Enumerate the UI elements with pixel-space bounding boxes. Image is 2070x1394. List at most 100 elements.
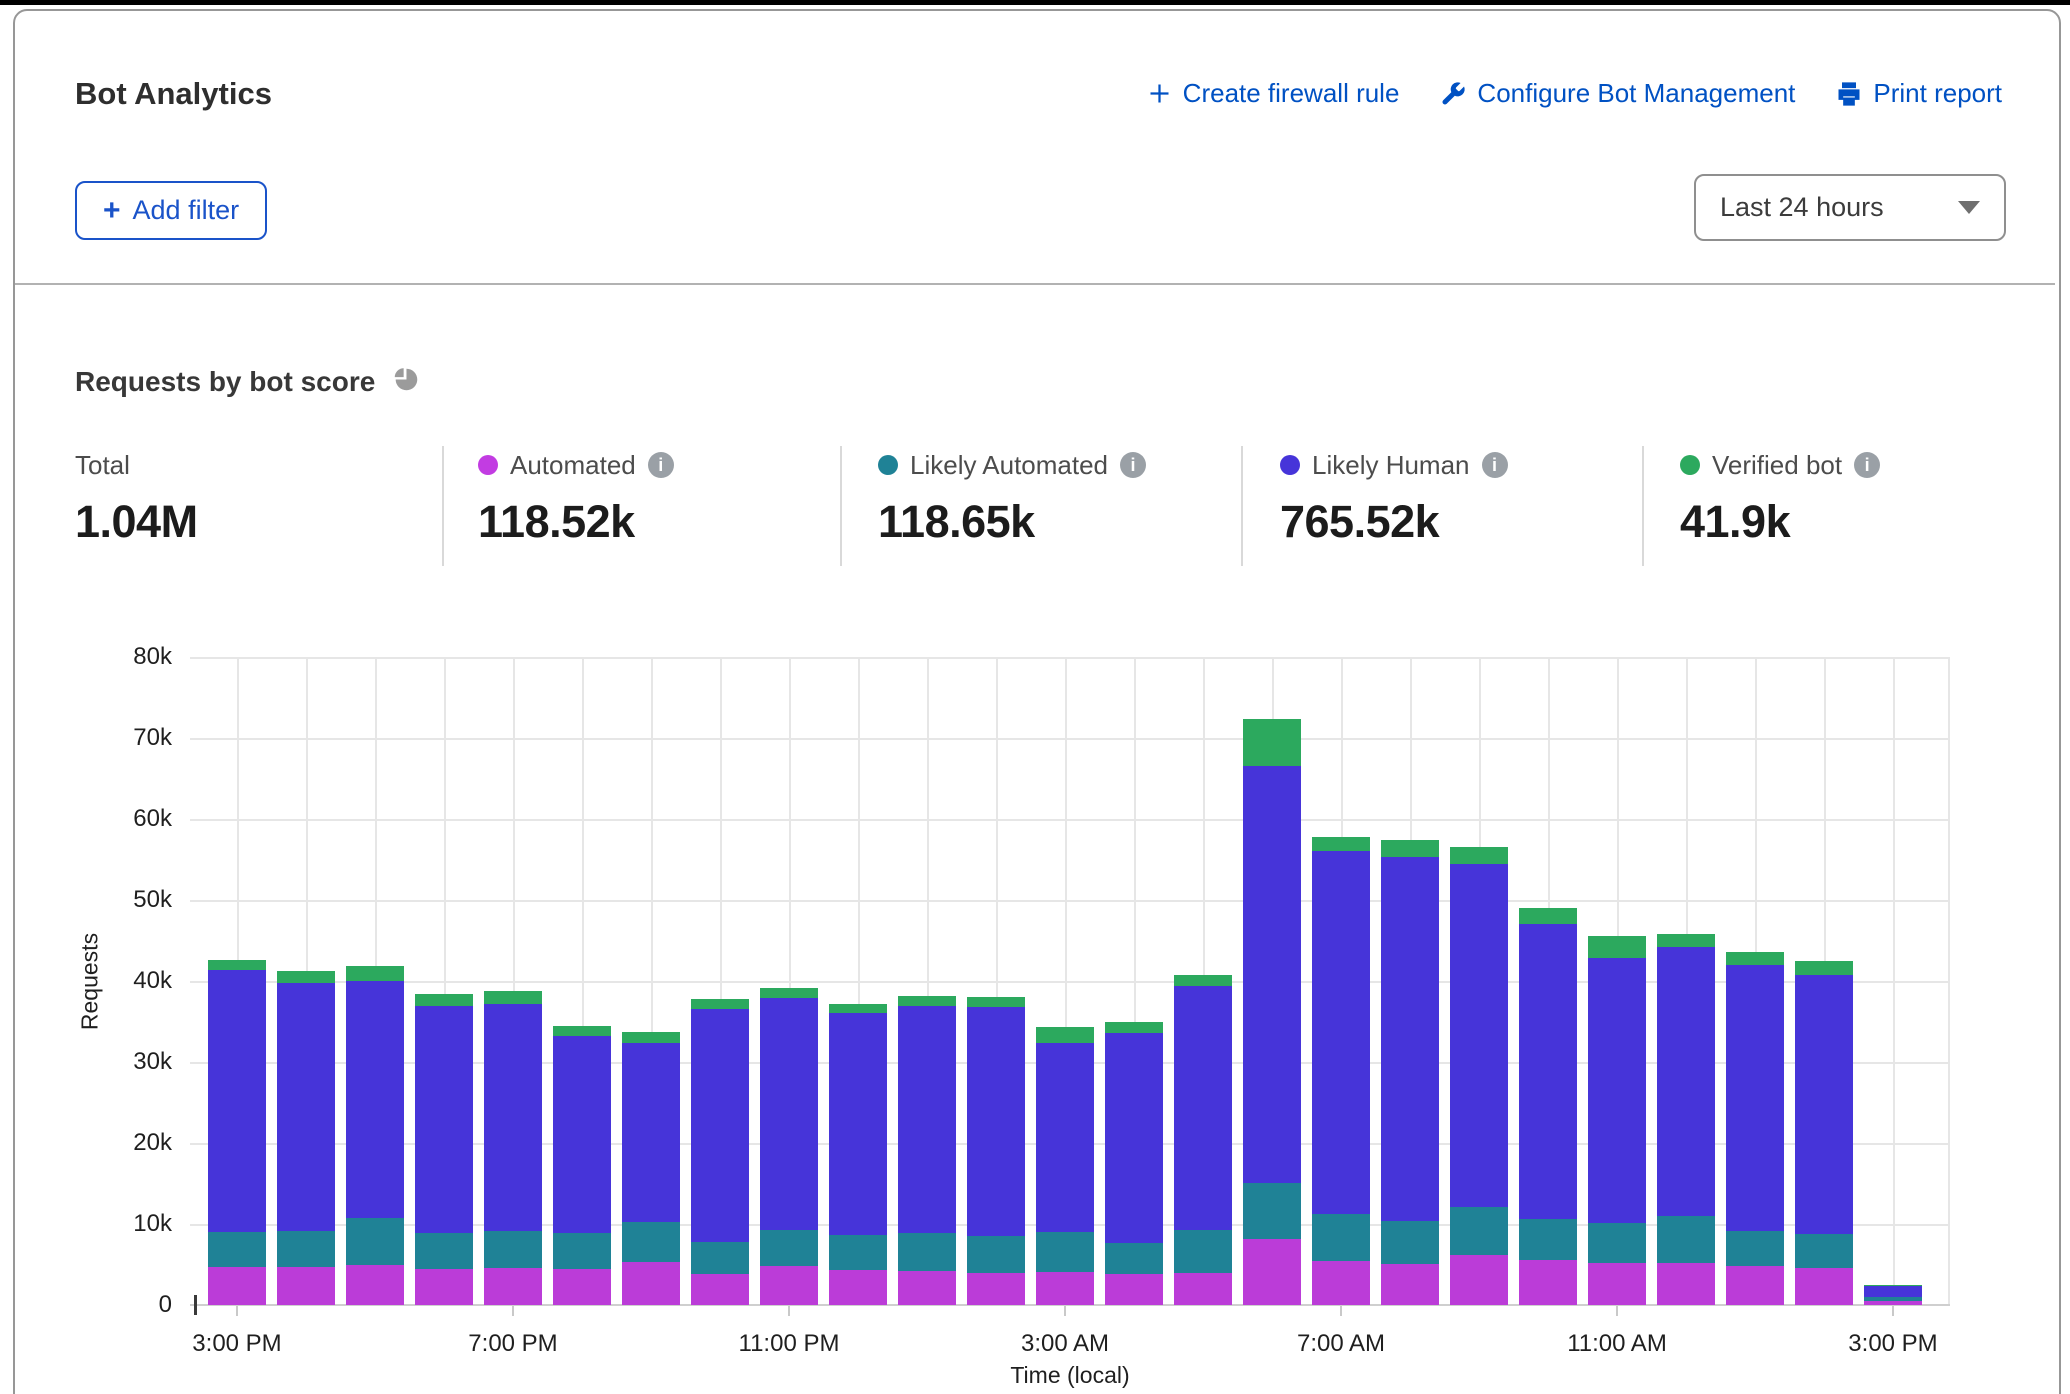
action-link-print-report[interactable]: Print report: [1835, 78, 2002, 109]
segment-likely-automated: [346, 1218, 404, 1266]
segment-likely-automated: [829, 1235, 887, 1270]
segment-likely-human: [1105, 1033, 1163, 1243]
x-tick-label: 11:00 PM: [719, 1330, 859, 1358]
segment-automated: [1036, 1272, 1094, 1305]
bar-5-00-pm[interactable]: [346, 966, 404, 1305]
segment-verified-bot: [346, 966, 404, 981]
segment-likely-automated: [415, 1233, 473, 1269]
bar-2-00-pm[interactable]: [1795, 961, 1853, 1305]
stat-likely-automated: Likely Automatedi118.65k: [878, 448, 1238, 548]
segment-likely-automated: [967, 1236, 1025, 1272]
bar-6-00-pm[interactable]: [415, 994, 473, 1305]
bar-9-00-pm[interactable]: [622, 1032, 680, 1305]
bar-3-00-am[interactable]: [1036, 1027, 1094, 1305]
segment-likely-automated: [1105, 1243, 1163, 1275]
stat-label: Likely Human: [1312, 450, 1470, 481]
segment-likely-human: [1381, 857, 1439, 1221]
info-icon[interactable]: i: [1854, 452, 1880, 478]
bar-12-00-pm[interactable]: [1657, 934, 1715, 1305]
bar-7-00-am[interactable]: [1312, 837, 1370, 1305]
x-tick-mark: [788, 1306, 790, 1316]
time-range-dropdown[interactable]: Last 24 hours: [1694, 174, 2006, 241]
bar-11-00-pm[interactable]: [760, 988, 818, 1305]
add-filter-button[interactable]: + Add filter: [75, 181, 267, 240]
segment-automated: [1726, 1266, 1784, 1305]
segment-automated: [346, 1265, 404, 1305]
bar-1-00-am[interactable]: [898, 996, 956, 1305]
legend-dot: [1680, 455, 1700, 475]
segment-verified-bot: [1105, 1022, 1163, 1033]
segment-automated: [1519, 1260, 1577, 1305]
segment-verified-bot: [484, 991, 542, 1004]
segment-likely-automated: [691, 1242, 749, 1274]
plus-icon: +: [103, 196, 121, 226]
bar-10-00-am[interactable]: [1519, 908, 1577, 1305]
bar-9-00-am[interactable]: [1450, 847, 1508, 1305]
bar-4-00-am[interactable]: [1105, 1022, 1163, 1305]
stat-label: Automated: [510, 450, 636, 481]
stat-verified-bot: Verified boti41.9k: [1680, 448, 2040, 548]
bar-8-00-am[interactable]: [1381, 840, 1439, 1305]
segment-likely-automated: [1795, 1234, 1853, 1268]
bar-12-00-am[interactable]: [829, 1004, 887, 1305]
origin-tick-mark: [194, 1295, 197, 1315]
segment-likely-human: [1726, 965, 1784, 1231]
bar-2-00-am[interactable]: [967, 997, 1025, 1305]
segment-likely-automated: [1243, 1183, 1301, 1239]
info-icon[interactable]: i: [1120, 452, 1146, 478]
bar-3-00-pm[interactable]: [1864, 1285, 1922, 1305]
info-icon[interactable]: i: [1482, 452, 1508, 478]
segment-verified-bot: [898, 996, 956, 1006]
x-tick-mark: [512, 1306, 514, 1316]
segment-likely-automated: [553, 1233, 611, 1269]
x-tick-label: 3:00 PM: [167, 1330, 307, 1358]
segment-likely-automated: [1519, 1219, 1577, 1260]
segment-likely-automated: [898, 1233, 956, 1271]
action-link-create-firewall-rule[interactable]: Create firewall rule: [1146, 78, 1400, 109]
segment-likely-human: [1588, 958, 1646, 1223]
segment-automated: [415, 1269, 473, 1305]
stat-column-divider: [1241, 446, 1243, 566]
segment-verified-bot: [277, 971, 335, 983]
segment-likely-automated: [1381, 1221, 1439, 1264]
stat-column-divider: [840, 446, 842, 566]
segment-verified-bot: [1243, 719, 1301, 767]
bar-5-00-am[interactable]: [1174, 975, 1232, 1305]
segment-automated: [691, 1274, 749, 1305]
segment-automated: [622, 1262, 680, 1305]
bar-10-00-pm[interactable]: [691, 999, 749, 1305]
segment-likely-automated: [484, 1231, 542, 1268]
chevron-down-icon: [1958, 201, 1980, 214]
segment-automated: [1795, 1268, 1853, 1305]
segment-automated: [1450, 1255, 1508, 1305]
bar-11-00-am[interactable]: [1588, 936, 1646, 1305]
segment-likely-human: [1657, 947, 1715, 1216]
segment-verified-bot: [1588, 936, 1646, 959]
segment-automated: [1243, 1239, 1301, 1305]
x-tick-label: 3:00 PM: [1823, 1330, 1963, 1358]
segment-verified-bot: [1519, 908, 1577, 924]
bar-8-00-pm[interactable]: [553, 1026, 611, 1305]
y-tick-label: 20k: [90, 1129, 172, 1157]
segment-automated: [553, 1269, 611, 1305]
gridline-vertical: [1948, 657, 1950, 1305]
bar-7-00-pm[interactable]: [484, 991, 542, 1305]
time-range-value: Last 24 hours: [1720, 192, 1884, 223]
segment-verified-bot: [1726, 952, 1784, 965]
info-icon[interactable]: i: [648, 452, 674, 478]
segment-likely-automated: [1588, 1223, 1646, 1263]
segment-likely-human: [967, 1007, 1025, 1236]
segment-likely-human: [1795, 975, 1853, 1233]
bar-4-00-pm[interactable]: [277, 971, 335, 1305]
x-tick-label: 11:00 AM: [1547, 1330, 1687, 1358]
segment-automated: [967, 1273, 1025, 1305]
stat-column-divider: [1642, 446, 1644, 566]
y-tick-label: 0: [90, 1291, 172, 1319]
bar-1-00-pm[interactable]: [1726, 952, 1784, 1305]
segment-likely-human: [208, 970, 266, 1232]
segment-verified-bot: [1312, 837, 1370, 852]
action-link-configure-bot-management[interactable]: Configure Bot Management: [1439, 78, 1795, 109]
bar-6-00-am[interactable]: [1243, 719, 1301, 1305]
bar-3-00-pm[interactable]: [208, 960, 266, 1305]
segment-verified-bot: [1795, 961, 1853, 976]
